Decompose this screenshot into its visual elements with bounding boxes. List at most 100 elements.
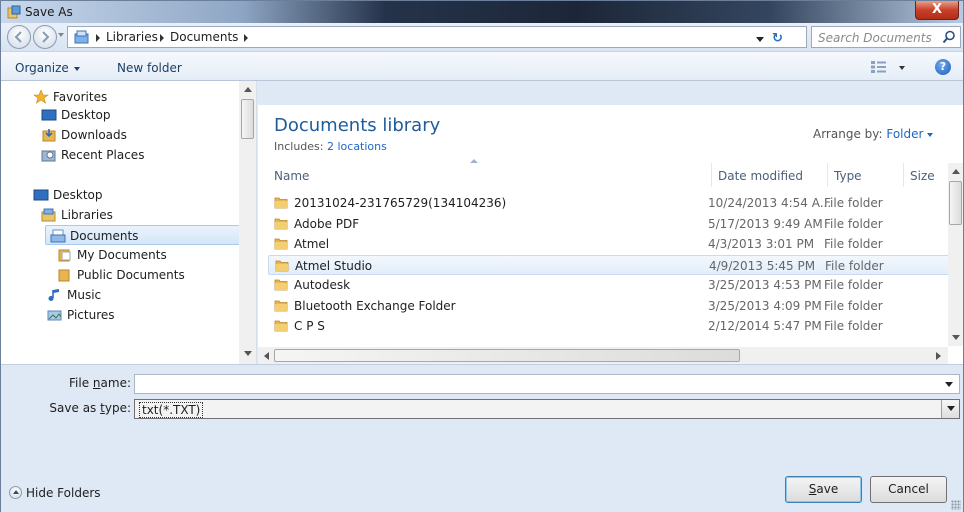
chevron-down-icon	[73, 66, 80, 71]
nav-downloads-label: Downloads	[61, 128, 127, 142]
scrollbar-thumb[interactable]	[274, 349, 740, 362]
save-as-type-dropdown[interactable]	[941, 400, 959, 418]
downloads-folder-icon	[42, 129, 56, 142]
file-name: 20131024-231765729(134104236)	[294, 196, 507, 210]
column-header-type[interactable]: Type	[828, 163, 904, 187]
save-as-type-value: txt(*.TXT)	[139, 402, 204, 418]
forward-button[interactable]	[33, 25, 57, 49]
column-name-label: Name	[274, 169, 310, 183]
nav-libraries-label: Libraries	[61, 208, 113, 222]
change-view-icon[interactable]	[871, 61, 887, 73]
file-row[interactable]: Bluetooth Exchange Folder 3/25/2013 4:09 …	[268, 296, 950, 316]
nav-documents[interactable]: Documents	[45, 225, 241, 245]
refresh-icon[interactable]: ↻	[772, 31, 783, 46]
arrange-by-dropdown[interactable]: Folder	[886, 127, 934, 141]
file-list-vertical-scrollbar[interactable]	[948, 163, 963, 346]
scroll-up-icon[interactable]	[952, 169, 960, 174]
desktop-icon	[33, 189, 49, 201]
breadcrumb-libraries[interactable]: Libraries	[106, 30, 158, 44]
recent-pages-dropdown-icon[interactable]	[58, 33, 64, 37]
file-type: File folder	[824, 196, 883, 210]
nav-favorites[interactable]: Favorites	[33, 87, 233, 107]
library-title: Documents library	[274, 115, 441, 136]
scrollbar-thumb[interactable]	[241, 99, 254, 139]
navigation-pane: Favorites Desktop Downloads Recent Place…	[1, 81, 257, 364]
libraries-icon	[41, 208, 56, 222]
column-date-label: Date modified	[718, 169, 804, 183]
nav-desktop[interactable]: Desktop	[33, 185, 233, 205]
search-icon[interactable]	[942, 30, 956, 44]
column-header-date[interactable]: Date modified	[712, 163, 828, 187]
file-row[interactable]: Atmel 4/3/2013 3:01 PM File folder	[268, 234, 950, 254]
nav-desktop-label: Desktop	[53, 188, 103, 202]
filename-dropdown-icon[interactable]	[945, 382, 953, 387]
file-date: 3/25/2013 4:09 PM	[708, 298, 822, 313]
file-name: Atmel	[294, 237, 330, 251]
arrange-by: Arrange by: Folder	[813, 127, 934, 141]
organize-button[interactable]: Organize	[15, 61, 80, 75]
includes-locations-link[interactable]: 2 locations	[327, 140, 387, 153]
file-row[interactable]: C P S 2/12/2014 5:47 PM File folder	[268, 316, 950, 336]
file-row[interactable]: Atmel Studio 4/9/2013 5:45 PM File folder	[268, 254, 950, 275]
scroll-down-icon[interactable]	[952, 335, 960, 340]
file-date: 2/12/2014 5:47 PM	[708, 319, 822, 333]
breadcrumb-separator-icon[interactable]	[244, 34, 248, 42]
nav-recent-places[interactable]: Recent Places	[41, 145, 231, 165]
nav-pictures[interactable]: Pictures	[47, 305, 227, 325]
command-bar: Organize New folder ?	[1, 51, 963, 81]
scroll-up-icon[interactable]	[244, 87, 252, 92]
folder-icon	[274, 197, 288, 209]
file-row[interactable]: Autodesk 3/25/2013 4:53 PM File folder	[268, 275, 950, 295]
organize-label: Organize	[15, 61, 69, 75]
column-size-label: Size	[910, 169, 935, 183]
nav-libraries[interactable]: Libraries	[41, 205, 231, 225]
close-button[interactable]: X	[915, 1, 959, 20]
nav-downloads[interactable]: Downloads	[41, 125, 231, 145]
save-as-dialog: Save As X Libraries Documents ↻ Search D…	[0, 0, 964, 512]
resize-grip[interactable]	[951, 500, 961, 510]
column-type-label: Type	[834, 169, 862, 183]
chevron-up-icon	[9, 486, 22, 499]
nav-desktop-favorite-label: Desktop	[61, 108, 111, 122]
help-icon[interactable]: ?	[935, 59, 951, 75]
file-row[interactable]: 20131024-231765729(134104236) 10/24/2013 …	[268, 193, 950, 213]
title-bar[interactable]: Save As X	[1, 1, 963, 23]
save-as-type-select[interactable]: txt(*.TXT)	[134, 399, 960, 419]
back-button[interactable]	[7, 25, 31, 49]
nav-favorites-label: Favorites	[53, 90, 108, 104]
save-button[interactable]: Save	[785, 476, 862, 503]
scrollbar-thumb[interactable]	[949, 181, 962, 225]
new-folder-button[interactable]: New folder	[117, 61, 182, 75]
cancel-button[interactable]: Cancel	[870, 476, 947, 503]
file-row[interactable]: Adobe PDF 5/17/2013 9:49 AM File folder	[268, 214, 950, 234]
nav-music[interactable]: Music	[47, 285, 227, 305]
scroll-down-icon[interactable]	[244, 351, 252, 356]
file-name: Bluetooth Exchange Folder	[294, 298, 456, 313]
address-dropdown-icon[interactable]	[756, 37, 764, 42]
breadcrumb-documents[interactable]: Documents	[170, 30, 238, 44]
file-date: 5/17/2013 9:49 AM	[708, 216, 823, 231]
scroll-left-icon[interactable]	[264, 352, 269, 360]
view-options-dropdown-icon[interactable]	[899, 66, 905, 70]
folder-icon	[274, 238, 288, 250]
chevron-down-icon	[927, 132, 934, 137]
nav-desktop-favorite[interactable]: Desktop	[41, 105, 231, 125]
breadcrumb-separator-icon[interactable]	[160, 34, 164, 42]
file-type: File folder	[824, 278, 883, 292]
nav-documents-label: Documents	[70, 229, 139, 243]
hide-folders-button[interactable]: Hide Folders	[9, 486, 101, 500]
column-header-name[interactable]: Name	[268, 163, 712, 187]
folder-icon	[58, 269, 70, 282]
file-name: Adobe PDF	[294, 216, 360, 231]
breadcrumb-separator-icon[interactable]	[96, 34, 100, 42]
back-arrow-icon	[14, 31, 22, 43]
address-bar[interactable]: Libraries Documents ↻	[67, 26, 807, 48]
file-list-horizontal-scrollbar[interactable]	[258, 347, 948, 364]
column-header-size[interactable]: Size	[904, 163, 950, 187]
filename-input[interactable]	[134, 374, 960, 394]
scroll-right-icon[interactable]	[936, 352, 941, 360]
nav-my-documents[interactable]: My Documents	[57, 245, 237, 265]
nav-public-documents[interactable]: Public Documents	[57, 265, 237, 285]
search-input[interactable]: Search Documents	[811, 26, 961, 48]
navigation-pane-scrollbar[interactable]	[239, 81, 256, 364]
